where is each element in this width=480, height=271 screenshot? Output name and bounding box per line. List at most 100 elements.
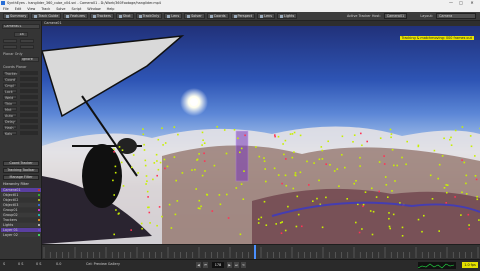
- tracker-point[interactable]: [156, 174, 158, 177]
- tracker-point[interactable]: [449, 138, 451, 141]
- op-cmpl[interactable]: Cmpl: [3, 83, 17, 88]
- menu-view[interactable]: View: [27, 7, 35, 11]
- tracker-point[interactable]: [161, 127, 163, 129]
- tracker-point[interactable]: [450, 136, 452, 139]
- color-swatch[interactable]: [38, 209, 40, 211]
- tracker-point[interactable]: [281, 221, 283, 223]
- tracker-point[interactable]: [297, 213, 300, 216]
- tracker-point[interactable]: [470, 145, 473, 148]
- tracker-point[interactable]: [312, 200, 314, 202]
- op-kalu-value[interactable]: [20, 131, 38, 135]
- tracker-point[interactable]: [282, 143, 284, 145]
- tracker-point[interactable]: [391, 190, 393, 192]
- tracker-point[interactable]: [384, 176, 387, 178]
- op-tracker-value[interactable]: [20, 71, 38, 75]
- tracker-point[interactable]: [478, 219, 480, 221]
- loop-icon[interactable]: ↻: [241, 262, 246, 268]
- tracker-point[interactable]: [344, 166, 346, 169]
- op-auto[interactable]: Auto: [3, 113, 17, 118]
- frame-field[interactable]: 18: [14, 32, 28, 37]
- tracker-point[interactable]: [446, 191, 448, 194]
- planar-select[interactable]: Ignore: [20, 57, 39, 62]
- color-swatch[interactable]: [38, 199, 40, 201]
- tracker-point[interactable]: [443, 187, 446, 189]
- tracker-point[interactable]: [219, 203, 222, 206]
- tracker-point[interactable]: [318, 179, 320, 182]
- tracker-point[interactable]: [467, 213, 470, 216]
- tracker-point[interactable]: [461, 159, 463, 161]
- color-swatch[interactable]: [38, 194, 40, 196]
- tracker-point[interactable]: [263, 200, 266, 203]
- tracker-point[interactable]: [329, 164, 331, 166]
- tracker-point[interactable]: [114, 165, 117, 168]
- tracker-point[interactable]: [383, 155, 385, 157]
- tracker-point[interactable]: [226, 193, 228, 196]
- tracker-point[interactable]: [113, 151, 115, 153]
- tracker-point[interactable]: [168, 203, 171, 206]
- tracker-point[interactable]: [321, 226, 324, 229]
- tracker-point[interactable]: [153, 162, 156, 164]
- tracker-point[interactable]: [285, 184, 288, 187]
- tracker-point[interactable]: [159, 161, 162, 164]
- tracker-point[interactable]: [364, 191, 367, 193]
- tracker-point[interactable]: [173, 156, 176, 158]
- tracker-point[interactable]: [121, 149, 124, 151]
- room-trackonly-button[interactable]: TrackOnly: [135, 13, 163, 19]
- tracker-point[interactable]: [146, 190, 149, 193]
- tracker-point[interactable]: [321, 158, 324, 160]
- tracker-point[interactable]: [474, 175, 477, 177]
- color-swatch[interactable]: [38, 219, 40, 221]
- room-summary-button[interactable]: Summary: [3, 13, 30, 19]
- tracker-point[interactable]: [291, 156, 294, 159]
- tracker-point[interactable]: [239, 233, 242, 236]
- room-shot-button[interactable]: Shot: [115, 13, 134, 19]
- tracker-point[interactable]: [461, 126, 464, 128]
- tracker-point[interactable]: [145, 183, 147, 185]
- tracker-point[interactable]: [341, 135, 344, 138]
- tracker-point[interactable]: [264, 168, 266, 170]
- tracker-point[interactable]: [318, 158, 321, 161]
- op-lock-value[interactable]: [20, 89, 38, 93]
- tracker-point[interactable]: [177, 133, 179, 136]
- tracker-point[interactable]: [200, 205, 202, 208]
- camera-select[interactable]: Camera01: [2, 24, 40, 29]
- tracker-point[interactable]: [162, 144, 164, 146]
- tracker-point[interactable]: [306, 160, 308, 163]
- room-trackers-button[interactable]: Trackers: [89, 13, 114, 19]
- tracker-point[interactable]: [195, 188, 197, 190]
- tracker-point[interactable]: [120, 161, 123, 164]
- tracker-point[interactable]: [206, 194, 209, 196]
- menu-solve[interactable]: Solve: [56, 7, 65, 11]
- tracker-point[interactable]: [406, 140, 408, 143]
- tracker-point[interactable]: [296, 195, 299, 198]
- tracker-point[interactable]: [341, 154, 343, 156]
- tracker-point[interactable]: [437, 177, 439, 180]
- tracker-point[interactable]: [325, 163, 327, 165]
- tracker-point[interactable]: [163, 158, 166, 161]
- tracker-point[interactable]: [198, 199, 201, 202]
- timeline-ticks[interactable]: [42, 245, 480, 260]
- tracker-point[interactable]: [149, 222, 151, 224]
- op-tracker[interactable]: Tracker: [3, 71, 17, 76]
- tracker-point[interactable]: [372, 210, 375, 213]
- tracker-point[interactable]: [475, 178, 478, 181]
- tracking-toolbar-button[interactable]: Tracking Toolbar: [3, 168, 39, 173]
- tracker-point[interactable]: [113, 148, 115, 150]
- tracker-point[interactable]: [461, 191, 463, 194]
- tracker-point[interactable]: [433, 149, 436, 152]
- tracker-point[interactable]: [465, 174, 468, 177]
- tracker-point[interactable]: [263, 160, 266, 162]
- tracker-point[interactable]: [316, 197, 318, 200]
- tracker-point[interactable]: [203, 160, 206, 162]
- op-kalu[interactable]: Kalu: [3, 131, 17, 136]
- tracker-point[interactable]: [362, 205, 364, 208]
- tracker-point[interactable]: [130, 229, 132, 231]
- tracker-point[interactable]: [450, 144, 453, 146]
- hierarchy-item[interactable]: Lights: [1, 223, 41, 227]
- op-hash[interactable]: Hash: [3, 125, 17, 130]
- tracker-point[interactable]: [114, 171, 117, 174]
- tracker-point[interactable]: [131, 166, 133, 169]
- tracker-point[interactable]: [371, 187, 373, 190]
- tracker-point[interactable]: [421, 230, 423, 233]
- tracker-point[interactable]: [265, 224, 268, 226]
